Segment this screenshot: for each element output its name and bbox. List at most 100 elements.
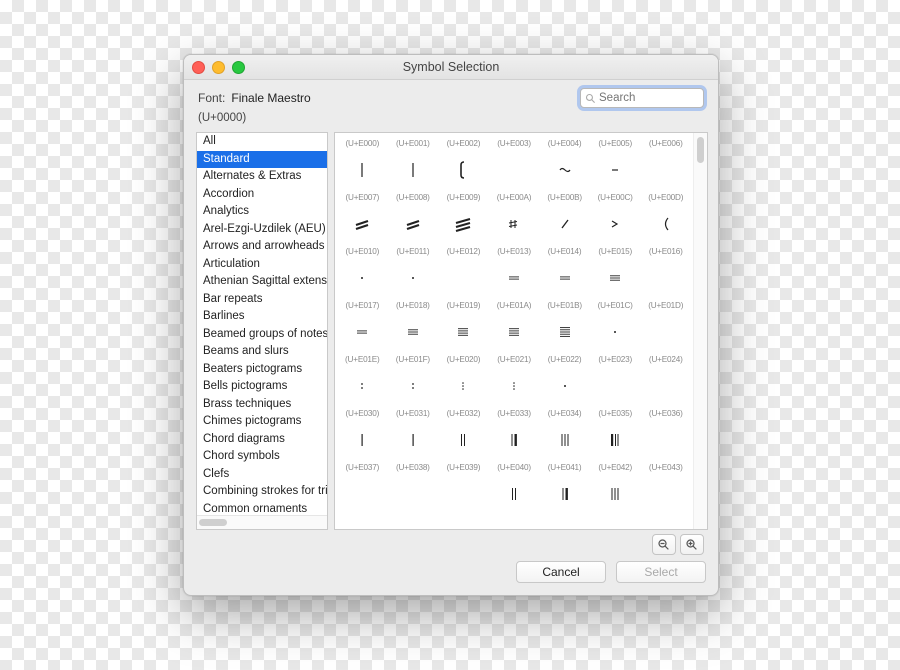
symbol-glyph [388, 418, 439, 461]
grid-scrollbar-v[interactable] [693, 133, 707, 529]
category-item[interactable]: Beamed groups of notes [197, 326, 327, 344]
symbol-code: (U+E01D) [648, 301, 683, 310]
symbol-cell[interactable]: (U+E037) [337, 461, 388, 515]
symbol-cell[interactable]: (U+E033) [489, 407, 540, 461]
symbol-cell[interactable]: (U+E00A) [489, 191, 540, 245]
symbol-glyph [337, 148, 388, 191]
category-item[interactable]: Barlines [197, 308, 327, 326]
category-item[interactable]: Articulation [197, 256, 327, 274]
symbol-cell[interactable]: (U+E011) [388, 245, 439, 299]
symbol-cell[interactable]: (U+E001) [388, 137, 439, 191]
symbol-glyph [438, 310, 489, 353]
symbol-cell[interactable]: (U+E01C) [590, 299, 641, 353]
category-item[interactable]: Analytics [197, 203, 327, 221]
symbol-cell[interactable]: (U+E020) [438, 353, 489, 407]
symbol-cell[interactable]: (U+E023) [590, 353, 641, 407]
category-item[interactable]: Bells pictograms [197, 378, 327, 396]
symbol-cell[interactable]: (U+E035) [590, 407, 641, 461]
symbol-code: (U+E01B) [547, 301, 582, 310]
symbol-code: (U+E034) [548, 409, 582, 418]
symbol-cell[interactable]: (U+E01D) [640, 299, 691, 353]
category-scrollbar-h[interactable] [197, 515, 327, 529]
symbol-cell[interactable]: (U+E009) [438, 191, 489, 245]
symbol-cell[interactable]: (U+E005) [590, 137, 641, 191]
symbol-cell[interactable]: (U+E010) [337, 245, 388, 299]
category-item[interactable]: Common ornaments [197, 501, 327, 516]
symbol-cell[interactable]: (U+E022) [539, 353, 590, 407]
category-item[interactable]: Arrows and arrowheads [197, 238, 327, 256]
category-item[interactable]: Chord symbols [197, 448, 327, 466]
symbol-cell[interactable]: (U+E043) [640, 461, 691, 515]
category-item[interactable]: Alternates & Extras [197, 168, 327, 186]
category-item[interactable]: Beams and slurs [197, 343, 327, 361]
search-input[interactable] [599, 92, 699, 104]
symbol-cell[interactable]: (U+E007) [337, 191, 388, 245]
symbol-cell[interactable]: (U+E034) [539, 407, 590, 461]
category-list[interactable]: AllStandardAlternates & ExtrasAccordionA… [196, 132, 328, 530]
close-icon[interactable] [192, 61, 205, 74]
symbol-grid: (U+E000)(U+E001)(U+E002)(U+E003)(U+E004)… [334, 132, 708, 530]
symbol-code: (U+E016) [649, 247, 683, 256]
category-item[interactable]: Beaters pictograms [197, 361, 327, 379]
symbol-cell[interactable]: (U+E012) [438, 245, 489, 299]
category-item[interactable]: Standard [197, 151, 327, 169]
window-controls [192, 61, 245, 74]
symbol-cell[interactable]: (U+E000) [337, 137, 388, 191]
symbol-cell[interactable]: (U+E040) [489, 461, 540, 515]
symbol-cell[interactable]: (U+E030) [337, 407, 388, 461]
symbol-cell[interactable]: (U+E015) [590, 245, 641, 299]
symbol-cell[interactable]: (U+E006) [640, 137, 691, 191]
symbol-cell[interactable]: (U+E036) [640, 407, 691, 461]
zoom-out-button[interactable] [652, 534, 676, 555]
symbol-cell[interactable]: (U+E017) [337, 299, 388, 353]
symbol-cell[interactable]: (U+E00C) [590, 191, 641, 245]
symbol-glyph [539, 148, 590, 191]
symbol-cell[interactable]: (U+E042) [590, 461, 641, 515]
symbol-cell[interactable]: (U+E002) [438, 137, 489, 191]
category-item[interactable]: Accordion [197, 186, 327, 204]
symbol-cell[interactable]: (U+E004) [539, 137, 590, 191]
symbol-cell[interactable]: (U+E003) [489, 137, 540, 191]
symbol-cell[interactable]: (U+E00B) [539, 191, 590, 245]
zoom-icon[interactable] [232, 61, 245, 74]
category-item[interactable]: Combining strokes for trills [197, 483, 327, 501]
symbol-cell[interactable]: (U+E019) [438, 299, 489, 353]
symbol-cell[interactable]: (U+E024) [640, 353, 691, 407]
symbol-cell[interactable]: (U+E013) [489, 245, 540, 299]
symbol-cell[interactable]: (U+E01A) [489, 299, 540, 353]
symbol-cell[interactable]: (U+E032) [438, 407, 489, 461]
symbol-cell[interactable]: (U+E018) [388, 299, 439, 353]
symbol-code: (U+E035) [598, 409, 632, 418]
symbol-glyph [489, 148, 540, 191]
symbol-glyph [539, 472, 590, 515]
symbol-cell[interactable]: (U+E039) [438, 461, 489, 515]
zoom-in-button[interactable] [680, 534, 704, 555]
symbol-cell[interactable]: (U+E038) [388, 461, 439, 515]
category-item[interactable]: Chimes pictograms [197, 413, 327, 431]
symbol-code: (U+E00C) [598, 193, 633, 202]
cancel-button[interactable]: Cancel [516, 561, 606, 583]
symbol-cell[interactable]: (U+E01E) [337, 353, 388, 407]
category-item[interactable]: All [197, 133, 327, 151]
symbol-cell[interactable]: (U+E00D) [640, 191, 691, 245]
symbol-cell[interactable]: (U+E016) [640, 245, 691, 299]
symbol-cell[interactable]: (U+E014) [539, 245, 590, 299]
search-field[interactable] [580, 88, 704, 108]
symbol-cell[interactable]: (U+E041) [539, 461, 590, 515]
symbol-cell[interactable]: (U+E01B) [539, 299, 590, 353]
category-item[interactable]: Athenian Sagittal extensions [197, 273, 327, 291]
minimize-icon[interactable] [212, 61, 225, 74]
category-item[interactable]: Brass techniques [197, 396, 327, 414]
symbol-cell[interactable]: (U+E008) [388, 191, 439, 245]
category-item[interactable]: Clefs [197, 466, 327, 484]
symbol-code: (U+E011) [396, 247, 429, 256]
category-item[interactable]: Chord diagrams [197, 431, 327, 449]
symbol-glyph [337, 310, 388, 353]
symbol-cell[interactable]: (U+E031) [388, 407, 439, 461]
symbol-code: (U+E012) [447, 247, 481, 256]
symbol-cell[interactable]: (U+E021) [489, 353, 540, 407]
category-item[interactable]: Arel-Ezgi-Uzdilek (AEU) [197, 221, 327, 239]
category-item[interactable]: Bar repeats [197, 291, 327, 309]
symbol-cell[interactable]: (U+E01F) [388, 353, 439, 407]
select-button[interactable]: Select [616, 561, 706, 583]
